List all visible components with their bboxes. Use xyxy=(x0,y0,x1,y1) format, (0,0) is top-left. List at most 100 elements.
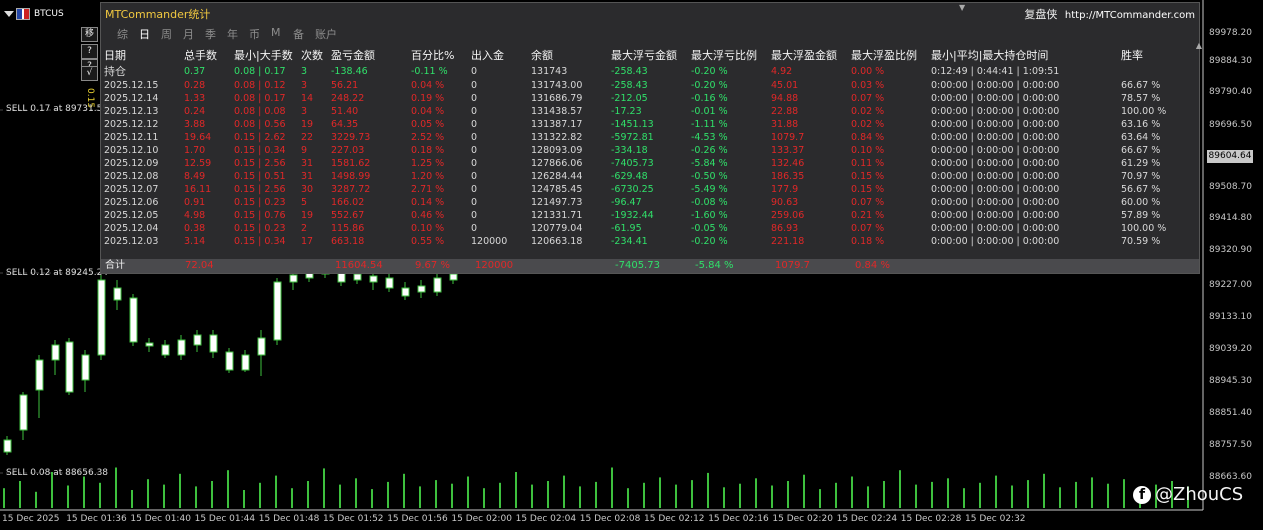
tab-month[interactable]: 月 xyxy=(183,26,205,42)
brand-url-link[interactable]: http://MTCommander.com xyxy=(1065,10,1195,21)
table-cell: 2025.12.13 xyxy=(104,106,159,117)
table-cell: 19 xyxy=(301,210,314,221)
candle-body xyxy=(449,273,458,281)
table-cell: 0.18 % xyxy=(851,236,885,247)
table-row[interactable]: 2025.12.04 0.38 0.15 | 0.23 2 115.86 0.10 % 0 1… xyxy=(104,222,1171,235)
table-row[interactable]: 2025.12.13 0.24 0.08 | 0.08 3 51.40 0.04 % 0 13… xyxy=(104,105,1171,118)
collapse-arrow-icon[interactable]: ▼ xyxy=(959,3,965,12)
table-cell: 0.46 % xyxy=(411,210,445,221)
table-cell: 126284.44 xyxy=(531,171,583,182)
table-cell: 0:00:00 | 0:00:00 | 0:00:00 xyxy=(931,210,1060,221)
time-axis-label: 15 Dec 01:44 xyxy=(194,514,256,524)
table-cell: 552.67 xyxy=(331,210,365,221)
order-label[interactable]: SELL 0.08 at 88656.38 xyxy=(6,468,108,478)
table-cell: 2025.12.08 xyxy=(104,171,159,182)
table-cell: 120663.18 xyxy=(531,236,583,247)
column-header[interactable]: 盈亏金额 xyxy=(331,47,411,63)
tab-quarter[interactable]: 季 xyxy=(205,26,227,42)
tab-day[interactable]: 日 xyxy=(139,26,161,42)
move-button[interactable]: 移 xyxy=(81,27,98,42)
table-cell: 0 xyxy=(471,132,478,143)
tab-summary[interactable]: 综 xyxy=(117,26,139,42)
table-cell: 0:00:00 | 0:00:00 | 0:00:00 xyxy=(931,197,1060,208)
table-cell: 0.15 | 0.76 xyxy=(234,210,286,221)
time-axis-label: 15 Dec 02:20 xyxy=(772,514,833,524)
table-cell: 0.15 % xyxy=(851,184,885,195)
scroll-up-icon[interactable]: ▲ xyxy=(1196,41,1202,50)
symbol-selector[interactable]: BTCUS xyxy=(2,6,96,22)
tab-currency[interactable]: 币 xyxy=(249,26,271,42)
time-axis-label: 15 Dec 01:40 xyxy=(130,514,191,524)
table-cell: 0 xyxy=(471,80,478,91)
tab-account[interactable]: 账户 xyxy=(315,26,337,42)
table-cell: 0.24 xyxy=(184,106,206,117)
check-button[interactable]: √ xyxy=(81,66,98,81)
table-row[interactable]: 2025.12.11 19.64 0.15 | 2.62 22 3229.73 2.52 … xyxy=(104,131,1171,144)
candle-body xyxy=(97,279,106,356)
time-axis-label: 15 Dec 02:32 xyxy=(965,514,1026,524)
brand-name: 复盘侠 xyxy=(1024,8,1058,21)
table-cell: 0.15 | 2.56 xyxy=(234,158,286,169)
table-row[interactable]: 2025.12.07 16.11 0.15 | 2.56 30 3287.72 2.71 … xyxy=(104,183,1171,196)
table-cell: -234.41 xyxy=(611,236,648,247)
table-row[interactable]: 2025.12.03 3.14 0.15 | 0.34 17 663.18 0.55 % 1… xyxy=(104,235,1171,248)
table-cell: -1932.44 xyxy=(611,210,654,221)
table-cell: 0 xyxy=(471,197,478,208)
table-row[interactable]: 2025.12.10 1.70 0.15 | 0.34 9 227.03 0.18 % 0 1… xyxy=(104,144,1171,157)
tab-year[interactable]: 年 xyxy=(227,26,249,42)
table-cell: 120779.04 xyxy=(531,223,583,234)
table-cell: -5.84 % xyxy=(691,158,728,169)
table-cell: 60.00 % xyxy=(1121,197,1161,208)
table-row[interactable]: 2025.12.06 0.91 0.15 | 0.23 5 166.02 0.14 % 0 1… xyxy=(104,196,1171,209)
table-cell: 0.11 % xyxy=(851,158,885,169)
order-label[interactable]: SELL 0.17 at 89731.55 xyxy=(6,104,108,114)
dropdown-triangle-icon[interactable] xyxy=(4,11,14,17)
table-cell: 8.49 xyxy=(184,171,206,182)
table-row[interactable]: 2025.12.08 8.49 0.15 | 0.51 31 1498.99 1.20 %… xyxy=(104,170,1171,183)
table-cell: 121331.71 xyxy=(531,210,583,221)
stats-table: 日期 总手数 最小|大手数 次数 盈亏金额 百分比% 出入金 余额 最大浮亏金额 最大浮亏比例 最大… xyxy=(104,47,1171,248)
table-cell: -1.60 % xyxy=(691,210,728,221)
time-axis-label: 15 Dec 02:28 xyxy=(900,514,962,524)
tab-week[interactable]: 周 xyxy=(161,26,183,42)
table-row[interactable]: 2025.12.05 4.98 0.15 | 0.76 19 552.67 0.46 % 0… xyxy=(104,209,1171,222)
column-header[interactable]: 总手数 xyxy=(184,47,234,63)
column-header[interactable]: 最大浮亏金额 xyxy=(611,47,691,63)
tab-note[interactable]: 备 xyxy=(293,26,315,42)
total-pnl: 11604.54 xyxy=(335,260,383,271)
table-cell: 2025.12.12 xyxy=(104,119,159,130)
panel-title: MTCommander统计 xyxy=(105,8,211,21)
column-header[interactable]: 胜率 xyxy=(1121,47,1171,63)
column-header[interactable]: 次数 xyxy=(301,47,331,63)
table-row[interactable]: 2025.12.09 12.59 0.15 | 2.56 31 1581.62 1.25 … xyxy=(104,157,1171,170)
candle-body xyxy=(193,334,202,346)
panel-brand[interactable]: 复盘侠 http://MTCommander.com xyxy=(1024,6,1195,22)
help-button[interactable]: ? xyxy=(81,44,98,59)
order-label[interactable]: SELL 0.12 at 89245.24 xyxy=(6,268,108,278)
table-cell: 1.33 xyxy=(184,93,206,104)
candle-body xyxy=(241,354,250,371)
table-cell: 2025.12.07 xyxy=(104,184,159,195)
holding-row[interactable]: 持仓 0.37 0.08 | 0.17 3 -138.46 -0.11 % 0 131743 -… xyxy=(104,63,1171,79)
table-cell: -0.20 % xyxy=(691,65,728,77)
table-cell: 259.06 xyxy=(771,210,805,221)
column-header[interactable]: 最小|大手数 xyxy=(234,47,301,63)
table-row[interactable]: 2025.12.14 1.33 0.08 | 0.17 14 248.22 0.19 % 0… xyxy=(104,92,1171,105)
column-header[interactable]: 最小|平均|最大持仓时间 xyxy=(931,47,1121,63)
price-axis-label: 88663.60 xyxy=(1209,472,1252,482)
column-header[interactable]: 日期 xyxy=(104,47,184,63)
column-header[interactable]: 最大浮亏比例 xyxy=(691,47,771,63)
tab-magic[interactable]: M xyxy=(271,26,293,42)
table-row[interactable]: 2025.12.12 3.88 0.08 | 0.56 19 64.35 0.05 % 0 1… xyxy=(104,118,1171,131)
table-cell: 16.11 xyxy=(184,184,212,195)
column-header[interactable]: 余额 xyxy=(531,47,611,63)
column-header[interactable]: 最大浮盈金额 xyxy=(771,47,851,63)
table-cell: 0 xyxy=(471,65,478,77)
table-cell: -5.49 % xyxy=(691,184,728,195)
table-cell: 1498.99 xyxy=(331,171,371,182)
column-header[interactable]: 百分比% xyxy=(411,47,471,63)
column-header[interactable]: 最大浮盈比例 xyxy=(851,47,931,63)
table-row[interactable]: 2025.12.15 0.28 0.08 | 0.12 3 56.21 0.04 % 0 13… xyxy=(104,79,1171,92)
column-header[interactable]: 出入金 xyxy=(471,47,531,63)
table-cell: 128093.09 xyxy=(531,145,583,156)
